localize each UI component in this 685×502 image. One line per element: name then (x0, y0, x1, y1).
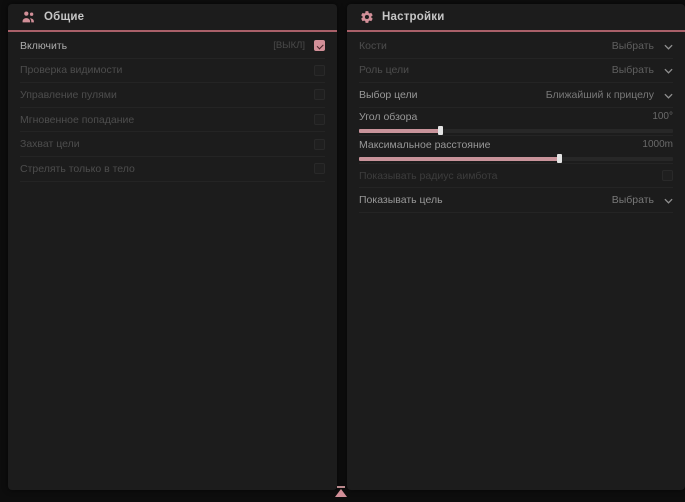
keybind-label[interactable]: [ВЫКЛ] (273, 40, 305, 51)
general-panel-title: Общие (44, 11, 84, 23)
row-target-role[interactable]: Роль цели Выбрать (359, 59, 673, 84)
chevron-down-icon (664, 37, 673, 55)
visibility-check-checkbox[interactable] (314, 65, 325, 76)
row-bones[interactable]: Кости Выбрать (359, 34, 673, 59)
users-icon (21, 10, 36, 24)
enable-checkbox[interactable] (314, 40, 325, 51)
show-target-dropdown[interactable]: Выбрать (612, 191, 673, 209)
bullet-control-checkbox[interactable] (314, 89, 325, 100)
row-bullet-control[interactable]: Управление пулями (20, 83, 325, 108)
show-aimbot-radius-checkbox[interactable] (662, 170, 673, 181)
target-role-dropdown[interactable]: Выбрать (612, 61, 673, 79)
settings-panel-header: Настройки (347, 4, 685, 32)
settings-rows: Кости Выбрать Роль цели Выбрать Выбор це… (347, 32, 685, 213)
fov-group: Угол обзора 100° (359, 108, 673, 136)
target-lock-checkbox[interactable] (314, 139, 325, 150)
max-distance-slider[interactable] (359, 154, 673, 164)
fov-slider[interactable] (359, 126, 673, 136)
row-enable[interactable]: Включить [ВЫКЛ] (20, 34, 325, 59)
chevron-down-icon (664, 61, 673, 79)
fov-value: 100° (652, 111, 673, 122)
row-visibility-check[interactable]: Проверка видимости (20, 59, 325, 84)
body-only-checkbox[interactable] (314, 163, 325, 174)
row-body-only[interactable]: Стрелять только в тело (20, 157, 325, 182)
max-distance-group: Максимальное расстояние 1000m (359, 136, 673, 164)
max-distance-slider-handle[interactable] (557, 154, 562, 163)
general-panel-header: Общие (8, 4, 337, 32)
bones-dropdown[interactable]: Выбрать (612, 37, 673, 55)
row-target-select[interactable]: Выбор цели Ближайший к прицелу (359, 83, 673, 108)
fov-slider-handle[interactable] (438, 126, 443, 135)
row-target-lock[interactable]: Захват цели (20, 132, 325, 157)
settings-panel-title: Настройки (382, 11, 444, 23)
target-select-dropdown[interactable]: Ближайший к прицелу (546, 86, 673, 104)
general-panel: Общие Включить [ВЫКЛ] Проверка видимости… (8, 4, 337, 490)
cursor-indicator (334, 485, 348, 497)
gear-icon (360, 10, 374, 24)
instant-hit-checkbox[interactable] (314, 114, 325, 125)
chevron-down-icon (664, 191, 673, 209)
chevron-down-icon (664, 86, 673, 104)
row-show-target[interactable]: Показывать цель Выбрать (359, 188, 673, 213)
settings-panel: Настройки Кости Выбрать Роль цели Выбрат… (347, 4, 685, 490)
row-show-aimbot-radius[interactable]: Показывать радиус аимбота (359, 164, 673, 189)
max-distance-value: 1000m (642, 139, 673, 150)
row-instant-hit[interactable]: Мгновенное попадание (20, 108, 325, 133)
general-rows: Включить [ВЫКЛ] Проверка видимости Управ… (8, 32, 337, 182)
